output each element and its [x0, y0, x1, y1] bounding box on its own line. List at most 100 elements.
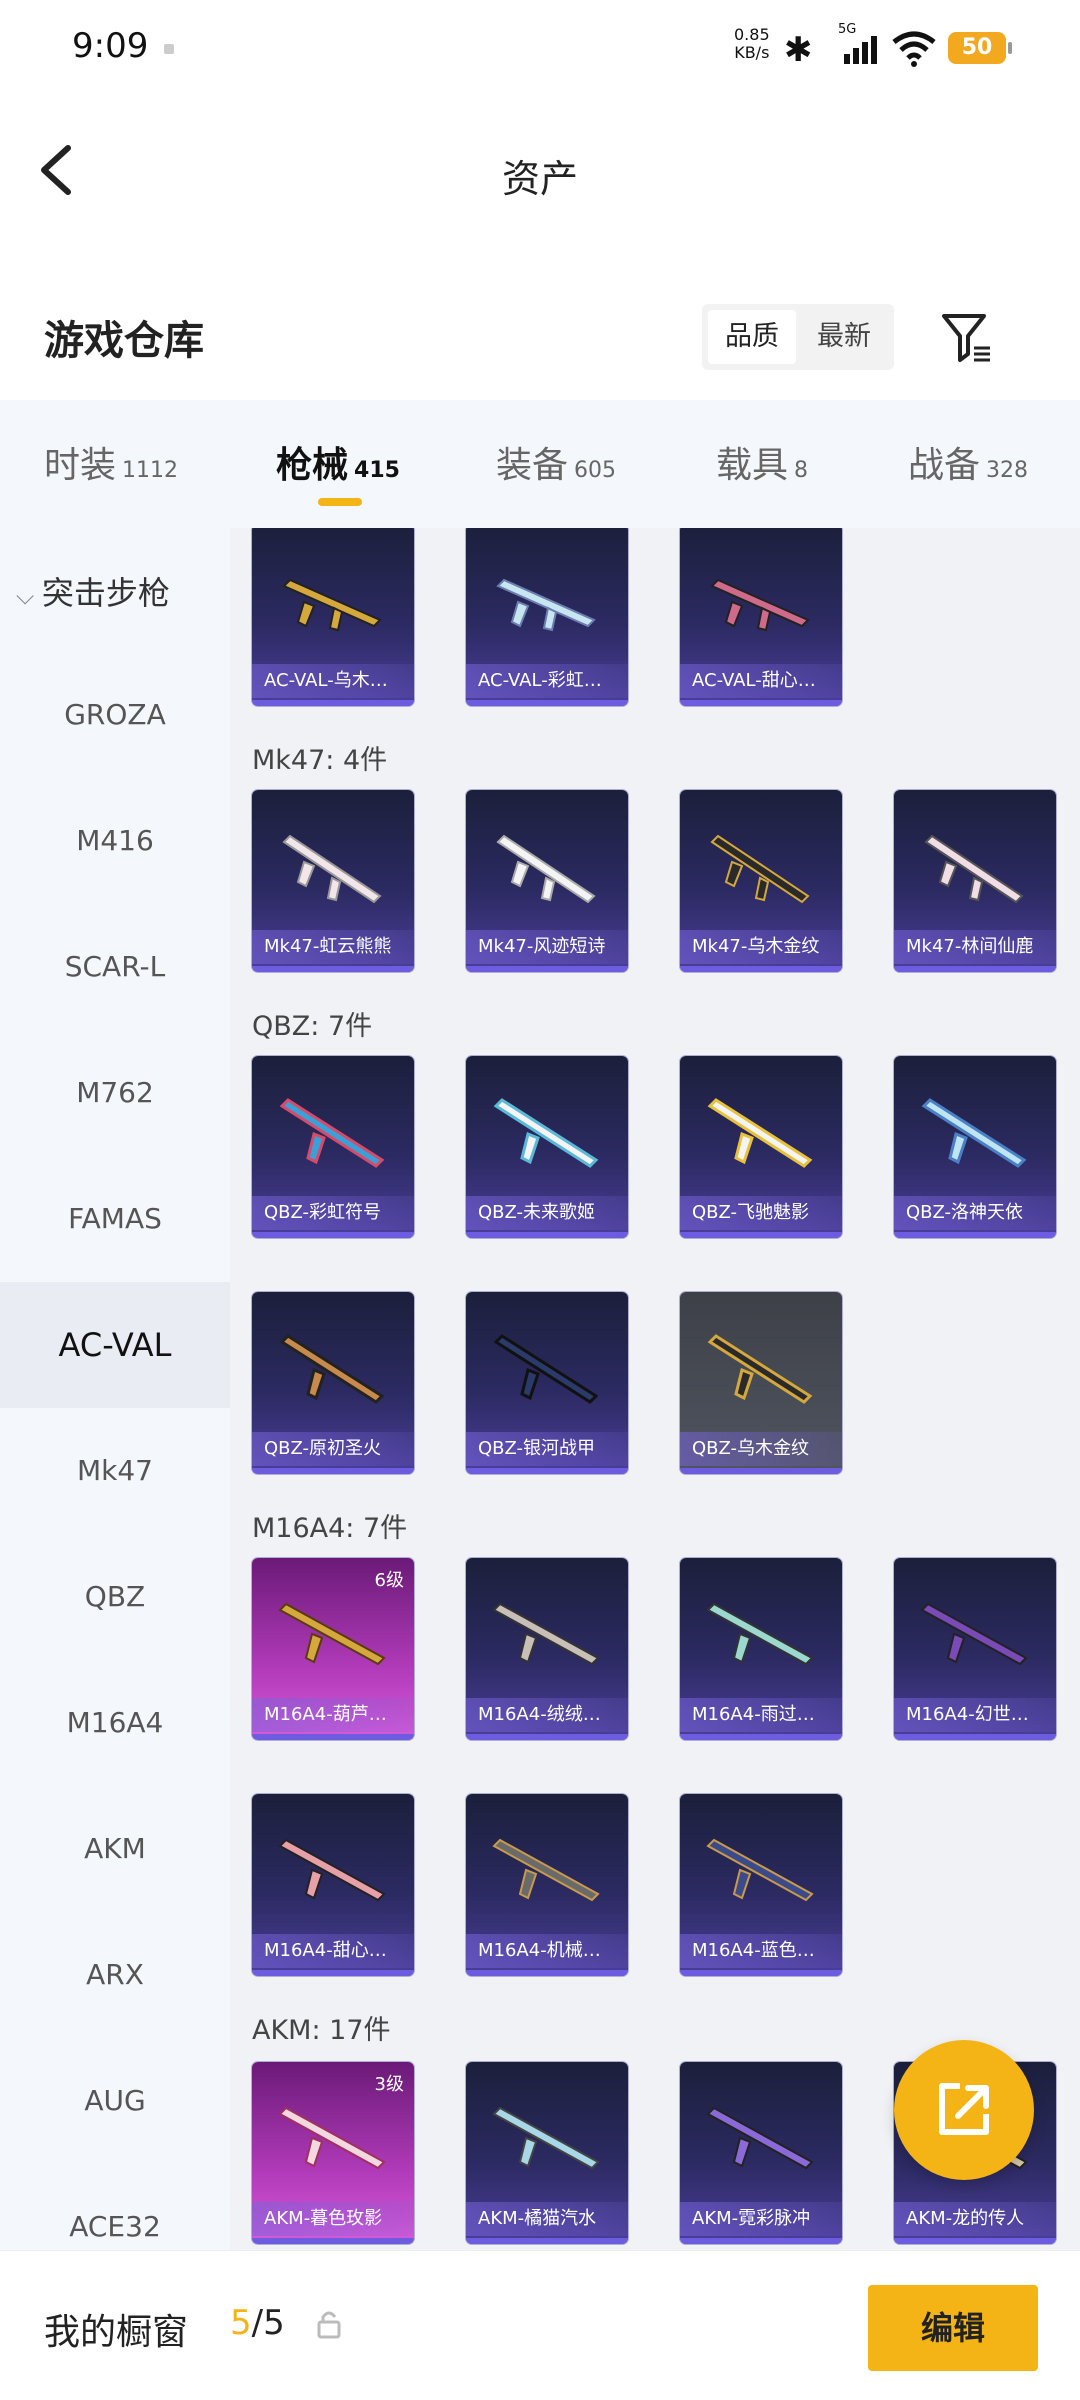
rarity-bar — [894, 2238, 1056, 2244]
sidebar-item-arx[interactable]: ARX — [0, 1912, 230, 2038]
rifle-icon — [279, 1334, 385, 1404]
sidebar-item-famas[interactable]: FAMAS — [0, 1156, 230, 1282]
tab-label: 载具 — [716, 445, 789, 486]
rifle-icon — [706, 1838, 814, 1902]
rifle-icon — [279, 1098, 385, 1168]
skin-card[interactable]: M16A4-幻世… — [894, 1558, 1056, 1740]
status-bar: 9:09 0.85 KB/s ✱ 5G 50 — [0, 0, 1080, 96]
skin-card[interactable]: QBZ-乌木金纹 — [680, 1292, 842, 1474]
sidebar-item-aug[interactable]: AUG — [0, 2038, 230, 2164]
sidebar-item-m16a4[interactable]: M16A4 — [0, 1660, 230, 1786]
skin-card[interactable]: M16A4-绒绒… — [466, 1558, 628, 1740]
rifle-icon — [278, 1602, 386, 1666]
showcase-counter: 5/5 — [230, 2303, 285, 2343]
tab-count: 8 — [794, 458, 809, 483]
skin-name: M16A4-蓝色… — [680, 1934, 842, 1968]
rarity-bar — [252, 1970, 414, 1976]
rifle-icon — [706, 2106, 814, 2170]
skin-card[interactable]: Mk47-虹云熊熊 — [252, 790, 414, 972]
rarity-bar — [680, 700, 842, 706]
showcase-current: 5 — [230, 2303, 252, 2343]
rifle-icon — [710, 834, 810, 904]
skin-grid: AC-VAL-乌木… AC-VAL-彩虹… AC-VAL-甜心… Mk47: 4… — [230, 528, 1080, 2250]
skin-card[interactable]: QBZ-洛神天依 — [894, 1056, 1056, 1238]
rifle-icon — [492, 1602, 600, 1666]
tab-fashion[interactable]: 时装 1112 — [44, 436, 178, 496]
skin-card[interactable]: AC-VAL-甜心… — [680, 528, 842, 706]
skin-name: Mk47-风迹短诗 — [466, 930, 628, 964]
skin-name: QBZ-未来歌姬 — [466, 1196, 628, 1230]
rarity-bar — [680, 1468, 842, 1474]
skin-card[interactable]: QBZ-飞驰魅影 — [680, 1056, 842, 1238]
rarity-bar — [466, 1970, 628, 1976]
skin-card[interactable]: 6级 M16A4-葫芦… — [252, 1558, 414, 1740]
rifle-icon — [278, 2106, 386, 2170]
tab-label: 装备 — [496, 445, 569, 486]
edit-button[interactable]: 编辑 — [868, 2285, 1038, 2371]
rifle-icon — [493, 1334, 599, 1404]
rifle-icon — [921, 1098, 1027, 1168]
skin-name: M16A4-幻世… — [894, 1698, 1056, 1732]
sidebar-item-m762[interactable]: M762 — [0, 1030, 230, 1156]
skin-name: AKM-橘猫汽水 — [466, 2202, 628, 2236]
tab-vehicles[interactable]: 载具 8 — [716, 436, 808, 496]
skin-name: AKM-龙的传人 — [894, 2202, 1056, 2236]
sidebar-item-qbz[interactable]: QBZ — [0, 1534, 230, 1660]
skin-card[interactable]: M16A4-机械… — [466, 1794, 628, 1976]
sidebar-item-akm[interactable]: AKM — [0, 1786, 230, 1912]
rifle-icon — [710, 578, 810, 632]
skin-name: AKM-霓彩脉冲 — [680, 2202, 842, 2236]
page: 9:09 0.85 KB/s ✱ 5G 50 资产 游戏仓库 品质 最新 时装 … — [0, 0, 1080, 2400]
skin-card[interactable]: M16A4-蓝色… — [680, 1794, 842, 1976]
tab-supplies[interactable]: 战备 328 — [908, 436, 1028, 496]
category-tabs: 时装 1112 枪械 415 装备 605 载具 8 战备 328 — [0, 400, 1080, 528]
filter-icon[interactable] — [940, 310, 994, 364]
share-button[interactable] — [894, 2040, 1034, 2180]
skin-card[interactable]: Mk47-乌木金纹 — [680, 790, 842, 972]
skin-card[interactable]: QBZ-未来歌姬 — [466, 1056, 628, 1238]
section-label-qbz: QBZ: 7件 — [252, 1011, 373, 1042]
skin-card[interactable]: QBZ-银河战甲 — [466, 1292, 628, 1474]
skin-card[interactable]: AKM-霓彩脉冲 — [680, 2062, 842, 2244]
skin-card[interactable]: AKM-橘猫汽水 — [466, 2062, 628, 2244]
sidebar-item-groza[interactable]: GROZA — [0, 652, 230, 778]
chevron-down-icon: ⌵ — [16, 582, 42, 610]
skin-card[interactable]: 3级 AKM-暮色玫影 — [252, 2062, 414, 2244]
skin-card[interactable]: Mk47-风迹短诗 — [466, 790, 628, 972]
skin-card[interactable]: M16A4-雨过… — [680, 1558, 842, 1740]
skin-card[interactable]: Mk47-林间仙鹿 — [894, 790, 1056, 972]
rifle-icon — [278, 1838, 386, 1902]
sidebar-group-assault-rifles[interactable]: ⌵ 突击步枪 — [16, 568, 170, 614]
skin-card[interactable]: AC-VAL-彩虹… — [466, 528, 628, 706]
sort-quality[interactable]: 品质 — [708, 310, 796, 364]
skin-name: AKM-暮色玫影 — [252, 2202, 414, 2236]
skin-name: QBZ-原初圣火 — [252, 1432, 414, 1466]
rifle-icon — [492, 2106, 600, 2170]
rarity-bar — [680, 1970, 842, 1976]
skin-name: QBZ-洛神天依 — [894, 1196, 1056, 1230]
rarity-bar — [466, 1232, 628, 1238]
tab-equipment[interactable]: 装备 605 — [496, 436, 616, 496]
skin-card[interactable]: QBZ-原初圣火 — [252, 1292, 414, 1474]
skin-card[interactable]: M16A4-甜心… — [252, 1794, 414, 1976]
rifle-icon — [496, 578, 596, 632]
tab-guns[interactable]: 枪械 415 — [276, 436, 400, 496]
skin-name: M16A4-葫芦… — [252, 1698, 414, 1732]
skin-card[interactable]: QBZ-彩虹符号 — [252, 1056, 414, 1238]
sort-newest[interactable]: 最新 — [800, 310, 888, 364]
sidebar-item-m416[interactable]: M416 — [0, 778, 230, 904]
rifle-icon — [496, 834, 596, 904]
notification-dot — [164, 44, 174, 54]
rarity-bar — [680, 2238, 842, 2244]
rifle-icon — [282, 578, 382, 632]
rarity-bar — [680, 1734, 842, 1740]
tab-label: 枪械 — [276, 445, 349, 486]
rarity-bar — [466, 1734, 628, 1740]
bottom-bar: 我的橱窗 5/5 编辑 — [0, 2250, 1080, 2400]
skin-card[interactable]: AC-VAL-乌木… — [252, 528, 414, 706]
sidebar-item-mk47[interactable]: Mk47 — [0, 1408, 230, 1534]
sidebar-item-ac-val[interactable]: AC-VAL — [0, 1282, 230, 1408]
rarity-bar — [252, 1232, 414, 1238]
rifle-icon — [282, 834, 382, 904]
sidebar-item-scar-l[interactable]: SCAR-L — [0, 904, 230, 1030]
